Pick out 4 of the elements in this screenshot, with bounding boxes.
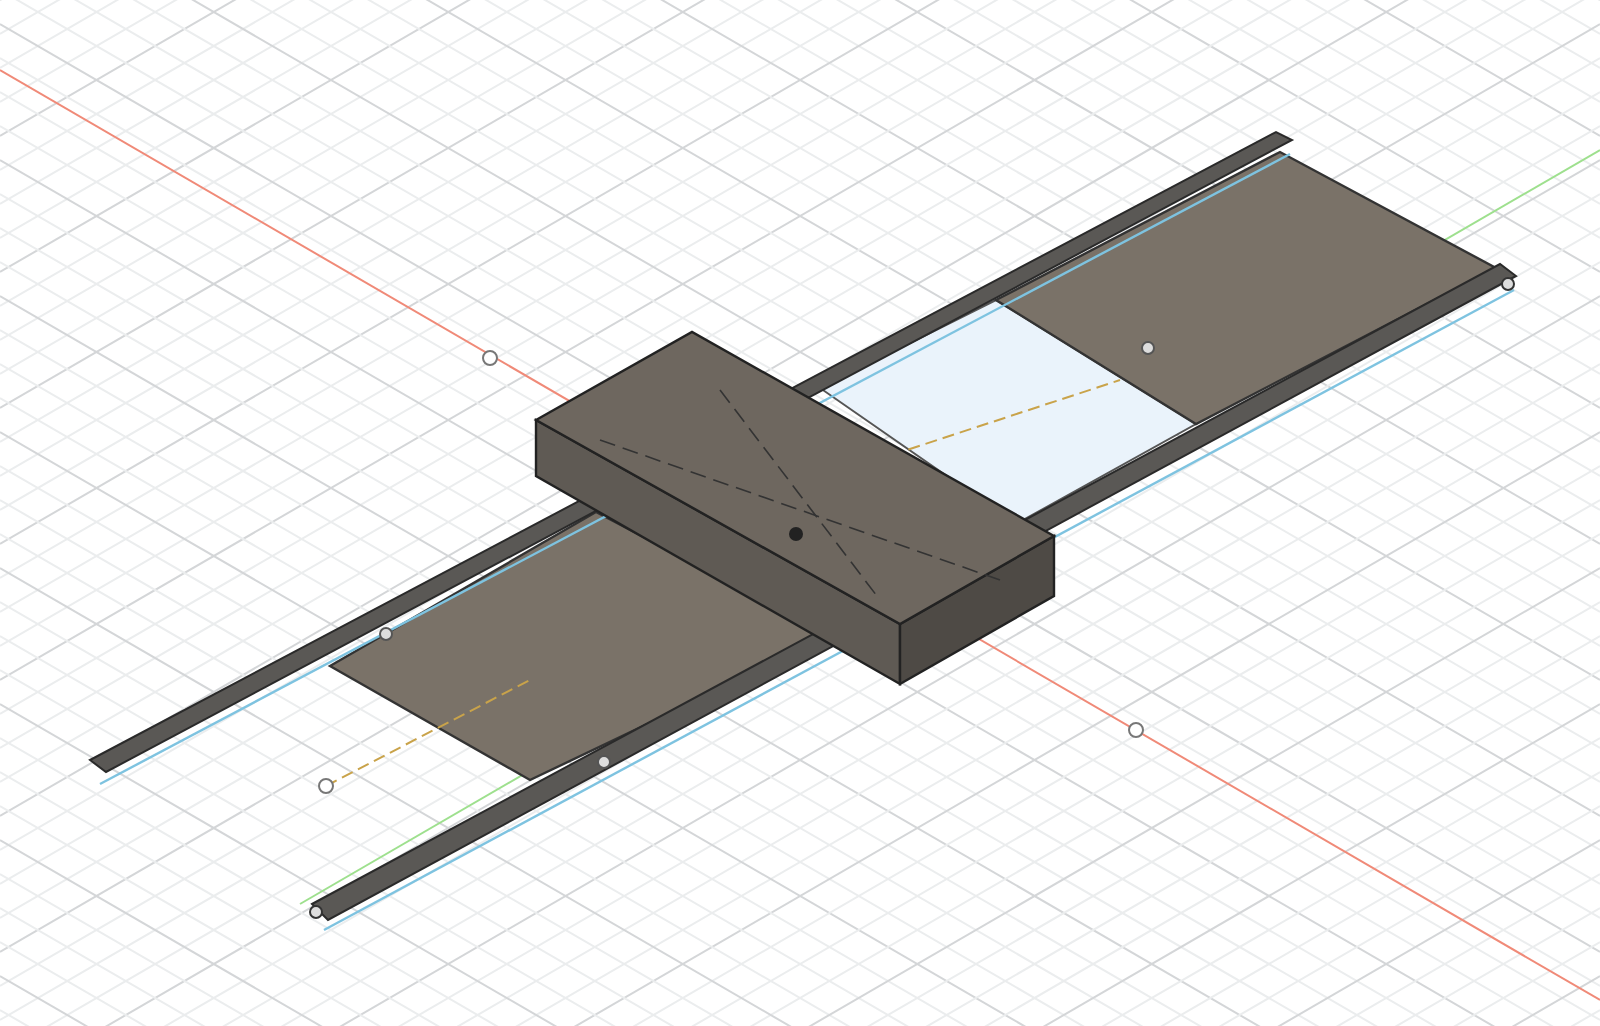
origin-point-icon[interactable] (482, 350, 498, 366)
origin-point-icon[interactable] (1128, 722, 1144, 738)
origin-point-icon[interactable] (318, 778, 334, 794)
cad-model-drawing[interactable] (88, 130, 1518, 932)
